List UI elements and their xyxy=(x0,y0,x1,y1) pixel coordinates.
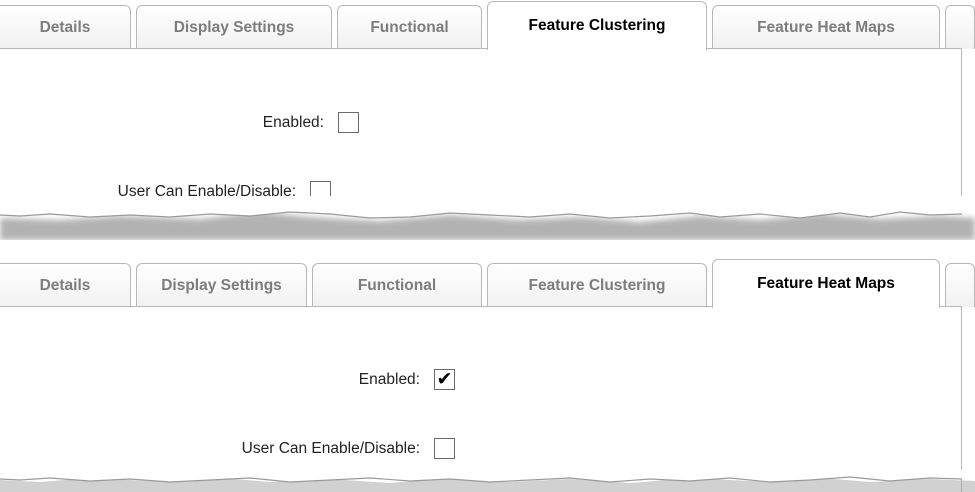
tab-label: Feature Heat Maps xyxy=(757,18,895,36)
user-can-enable-label: User Can Enable/Disable: xyxy=(241,439,420,457)
enabled-row: Enabled: xyxy=(0,112,359,133)
tab-details[interactable]: Details xyxy=(0,5,131,49)
tab-bar: Details Display Settings Functional Feat… xyxy=(0,0,975,50)
torn-edge xyxy=(0,196,975,240)
tab-label: Display Settings xyxy=(173,18,295,36)
user-can-enable-checkbox[interactable] xyxy=(434,438,455,459)
feature-heat-maps-panel: Details Display Settings Functional Feat… xyxy=(0,258,975,492)
tab-content: Enabled: ✔ User Can Enable/Disable: xyxy=(0,306,962,492)
tab-bar: Details Display Settings Functional Feat… xyxy=(0,258,975,308)
tab-details[interactable]: Details xyxy=(0,263,131,307)
tab-label: Display Settings xyxy=(161,276,282,294)
tab-functional[interactable]: Functional xyxy=(337,5,482,49)
enabled-checkbox[interactable]: ✔ xyxy=(434,369,455,390)
tab-content: Enabled: User Can Enable/Disable: xyxy=(0,48,962,214)
tab-label: Feature Clustering xyxy=(528,276,666,294)
enabled-label: Enabled: xyxy=(358,370,420,388)
tab-feature-clustering[interactable]: Feature Clustering xyxy=(487,1,707,50)
torn-edge xyxy=(0,470,975,492)
tab-label: Details xyxy=(39,276,91,294)
tab-label: Details xyxy=(39,18,91,36)
tab-feature-clustering[interactable]: Feature Clustering xyxy=(487,263,707,307)
enabled-row: Enabled: ✔ xyxy=(0,369,455,390)
enabled-label: Enabled: xyxy=(262,113,324,131)
feature-clustering-panel: Details Display Settings Functional Feat… xyxy=(0,0,975,240)
tab-overflow[interactable] xyxy=(945,5,975,49)
checkmark-icon: ✔ xyxy=(436,368,453,390)
tab-display-settings[interactable]: Display Settings xyxy=(136,5,332,49)
tab-display-settings[interactable]: Display Settings xyxy=(136,263,307,307)
tab-overflow[interactable] xyxy=(945,263,975,307)
tab-label: Functional xyxy=(357,276,437,294)
tab-functional[interactable]: Functional xyxy=(312,263,482,307)
tab-label: Feature Heat Maps xyxy=(757,275,895,292)
tab-label: Feature Clustering xyxy=(528,17,666,34)
enabled-checkbox[interactable] xyxy=(338,112,359,133)
user-can-enable-row: User Can Enable/Disable: xyxy=(0,438,455,459)
tab-label: Functional xyxy=(370,18,449,36)
tab-feature-heat-maps[interactable]: Feature Heat Maps xyxy=(712,259,940,308)
tab-feature-heat-maps[interactable]: Feature Heat Maps xyxy=(712,5,940,49)
